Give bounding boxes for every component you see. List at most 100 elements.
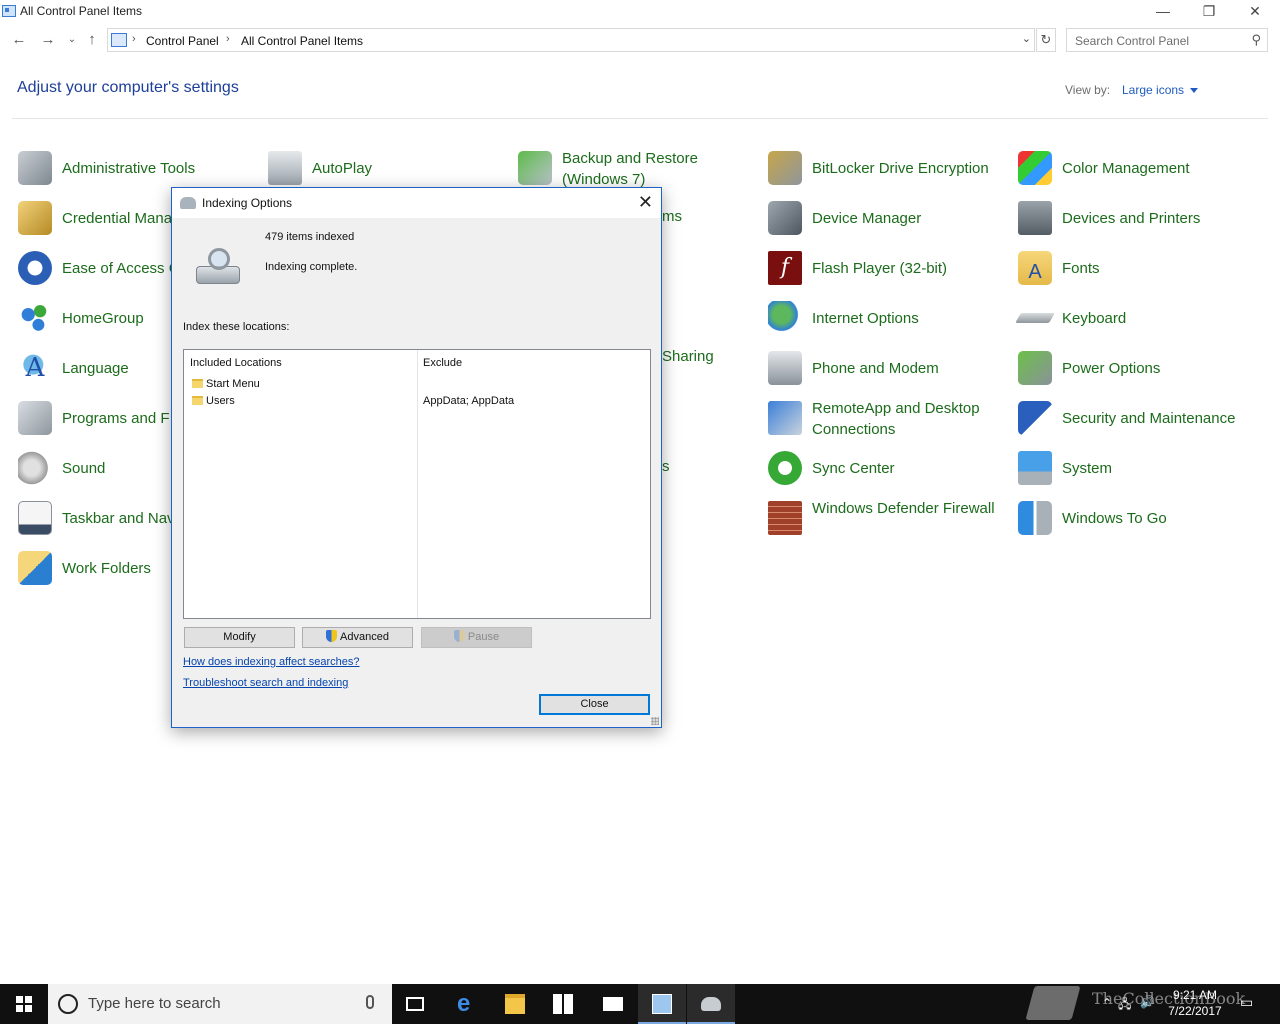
control-panel-icon	[2, 5, 16, 17]
edge-button[interactable]: e	[443, 984, 491, 1024]
index-locations-label: Index these locations:	[183, 321, 290, 333]
start-button[interactable]	[0, 984, 48, 1024]
up-arrow-icon[interactable]: ↑	[82, 30, 102, 50]
column-header-exclude[interactable]: Exclude	[423, 357, 462, 369]
autoplay-icon	[268, 151, 302, 185]
close-button[interactable]: Close	[539, 694, 650, 715]
item-color-management[interactable]: Color Management	[1018, 145, 1268, 191]
flash-player-icon: f	[768, 251, 802, 285]
modify-button[interactable]: Modify	[184, 627, 295, 648]
action-center-icon[interactable]: ▭	[1240, 994, 1253, 1034]
back-arrow-icon[interactable]: ←	[9, 30, 29, 50]
uac-shield-icon	[453, 630, 465, 642]
location-name[interactable]: Start Menu	[206, 378, 260, 390]
item-label: System	[1062, 460, 1113, 477]
item-windows-to-go[interactable]: Windows To Go	[1018, 495, 1268, 541]
item-remoteapp[interactable]: RemoteApp and Desktop Connections	[768, 395, 1018, 441]
security-flag-icon	[1018, 401, 1052, 435]
mail-icon	[603, 997, 623, 1011]
device-manager-icon	[768, 201, 802, 235]
recent-locations-chevron-icon[interactable]: ⌄	[62, 30, 82, 50]
printer-icon	[1018, 201, 1052, 235]
search-icon[interactable]: ⚲	[1251, 32, 1261, 48]
address-dropdown-icon[interactable]: ⌄	[1022, 32, 1031, 45]
how-indexing-link[interactable]: How does indexing affect searches?	[183, 656, 360, 668]
modify-label: Modify	[223, 631, 256, 643]
microphone-icon[interactable]	[366, 995, 374, 1009]
item-label-partial[interactable]: ms	[662, 208, 682, 225]
location-exclude: AppData; AppData	[423, 395, 515, 407]
magnifier-shape	[208, 248, 230, 270]
item-system[interactable]: System	[1018, 445, 1268, 491]
item-autoplay[interactable]: AutoPlay	[268, 145, 518, 191]
advanced-label: Advanced	[340, 631, 389, 643]
store-button[interactable]	[539, 984, 587, 1024]
forward-arrow-icon[interactable]: →	[38, 30, 58, 50]
clock[interactable]: 9:21 AM 7/22/2017	[1160, 987, 1230, 1019]
refresh-icon[interactable]: ↻	[1036, 28, 1056, 52]
control-panel-taskbar-button[interactable]	[638, 984, 686, 1024]
locations-list[interactable]: Included Locations Exclude Start Menu Us…	[183, 349, 651, 619]
item-backup-restore[interactable]: Backup and Restore (Windows 7)	[518, 145, 768, 191]
address-field[interactable]: › Control Panel › All Control Panel Item…	[107, 28, 1035, 52]
breadcrumb-all-items[interactable]: All Control Panel Items	[241, 34, 363, 48]
item-bitlocker[interactable]: BitLocker Drive Encryption	[768, 145, 1018, 191]
item-label-partial[interactable]: Sharing	[662, 348, 714, 365]
network-icon[interactable]: 🖧	[1118, 995, 1131, 1035]
item-defender-firewall[interactable]: Windows Defender Firewall	[768, 495, 1018, 541]
speaker-icon	[18, 451, 52, 485]
item-administrative-tools[interactable]: Administrative Tools	[18, 145, 268, 191]
power-options-icon	[1018, 351, 1052, 385]
dialog-title-bar: Indexing Options ✕	[172, 188, 661, 218]
item-devices-printers[interactable]: Devices and Printers	[1018, 195, 1268, 241]
volume-icon[interactable]: 🔊	[1140, 995, 1155, 1035]
column-header-included[interactable]: Included Locations	[190, 357, 282, 369]
keyboard-icon	[1015, 313, 1055, 323]
page-title: Adjust your computer's settings	[17, 79, 239, 96]
item-device-manager[interactable]: Device Manager	[768, 195, 1018, 241]
item-sync-center[interactable]: Sync Center	[768, 445, 1018, 491]
item-security-maintenance[interactable]: Security and Maintenance	[1018, 395, 1268, 441]
item-label: Flash Player (32-bit)	[812, 260, 948, 277]
taskbar-search-placeholder: Type here to search	[88, 995, 221, 1012]
language-icon: A	[18, 351, 52, 385]
divider	[12, 118, 1268, 119]
advanced-button[interactable]: Advanced	[302, 627, 413, 648]
show-hidden-icons-chevron-icon[interactable]: ⌃	[1102, 996, 1112, 1036]
item-internet-options[interactable]: Internet Options	[768, 295, 1018, 341]
item-fonts[interactable]: A Fonts	[1018, 245, 1268, 291]
pause-button[interactable]: Pause	[421, 627, 532, 648]
item-label-partial[interactable]: s	[662, 458, 670, 475]
item-label: Device Manager	[812, 210, 922, 227]
indexing-icon	[180, 197, 196, 209]
breadcrumb-control-panel[interactable]: Control Panel	[146, 34, 219, 48]
control-panel-small-icon	[111, 33, 127, 47]
item-flash-player[interactable]: f Flash Player (32-bit)	[768, 245, 1018, 291]
location-name[interactable]: Users	[206, 395, 235, 407]
clock-time: 9:21 AM	[1172, 988, 1218, 1002]
close-window-button[interactable]: ✕	[1232, 0, 1278, 24]
item-label: Backup and Restore (Windows 7)	[562, 150, 698, 188]
breadcrumb-chevron-icon[interactable]: ›	[226, 33, 230, 45]
title-bar: All Control Panel Items — ❐ ✕	[0, 0, 1280, 24]
mail-button[interactable]	[589, 984, 637, 1024]
minimize-button[interactable]: —	[1140, 0, 1186, 24]
item-power-options[interactable]: Power Options	[1018, 345, 1268, 391]
clock-date: 7/22/2017	[1168, 1004, 1222, 1018]
breadcrumb-chevron-icon[interactable]: ›	[132, 33, 136, 45]
close-icon[interactable]: ✕	[638, 192, 653, 213]
item-label: RemoteApp and Desktop Connections	[812, 400, 980, 438]
view-by-dropdown[interactable]: Large icons	[1122, 83, 1199, 97]
folder-icon	[192, 379, 203, 388]
search-input[interactable]: Search Control Panel ⚲	[1066, 28, 1268, 52]
file-explorer-button[interactable]	[491, 984, 539, 1024]
taskbar-search-box[interactable]: Type here to search	[48, 984, 392, 1024]
item-keyboard[interactable]: Keyboard	[1015, 295, 1268, 341]
resize-grip-icon[interactable]	[651, 717, 659, 725]
task-view-button[interactable]	[392, 984, 440, 1024]
indexing-options-taskbar-button[interactable]	[687, 984, 735, 1024]
item-phone-modem[interactable]: Phone and Modem	[768, 345, 1018, 391]
restore-button[interactable]: ❐	[1186, 0, 1232, 24]
cortana-icon	[58, 994, 78, 1014]
troubleshoot-link[interactable]: Troubleshoot search and indexing	[183, 677, 348, 689]
